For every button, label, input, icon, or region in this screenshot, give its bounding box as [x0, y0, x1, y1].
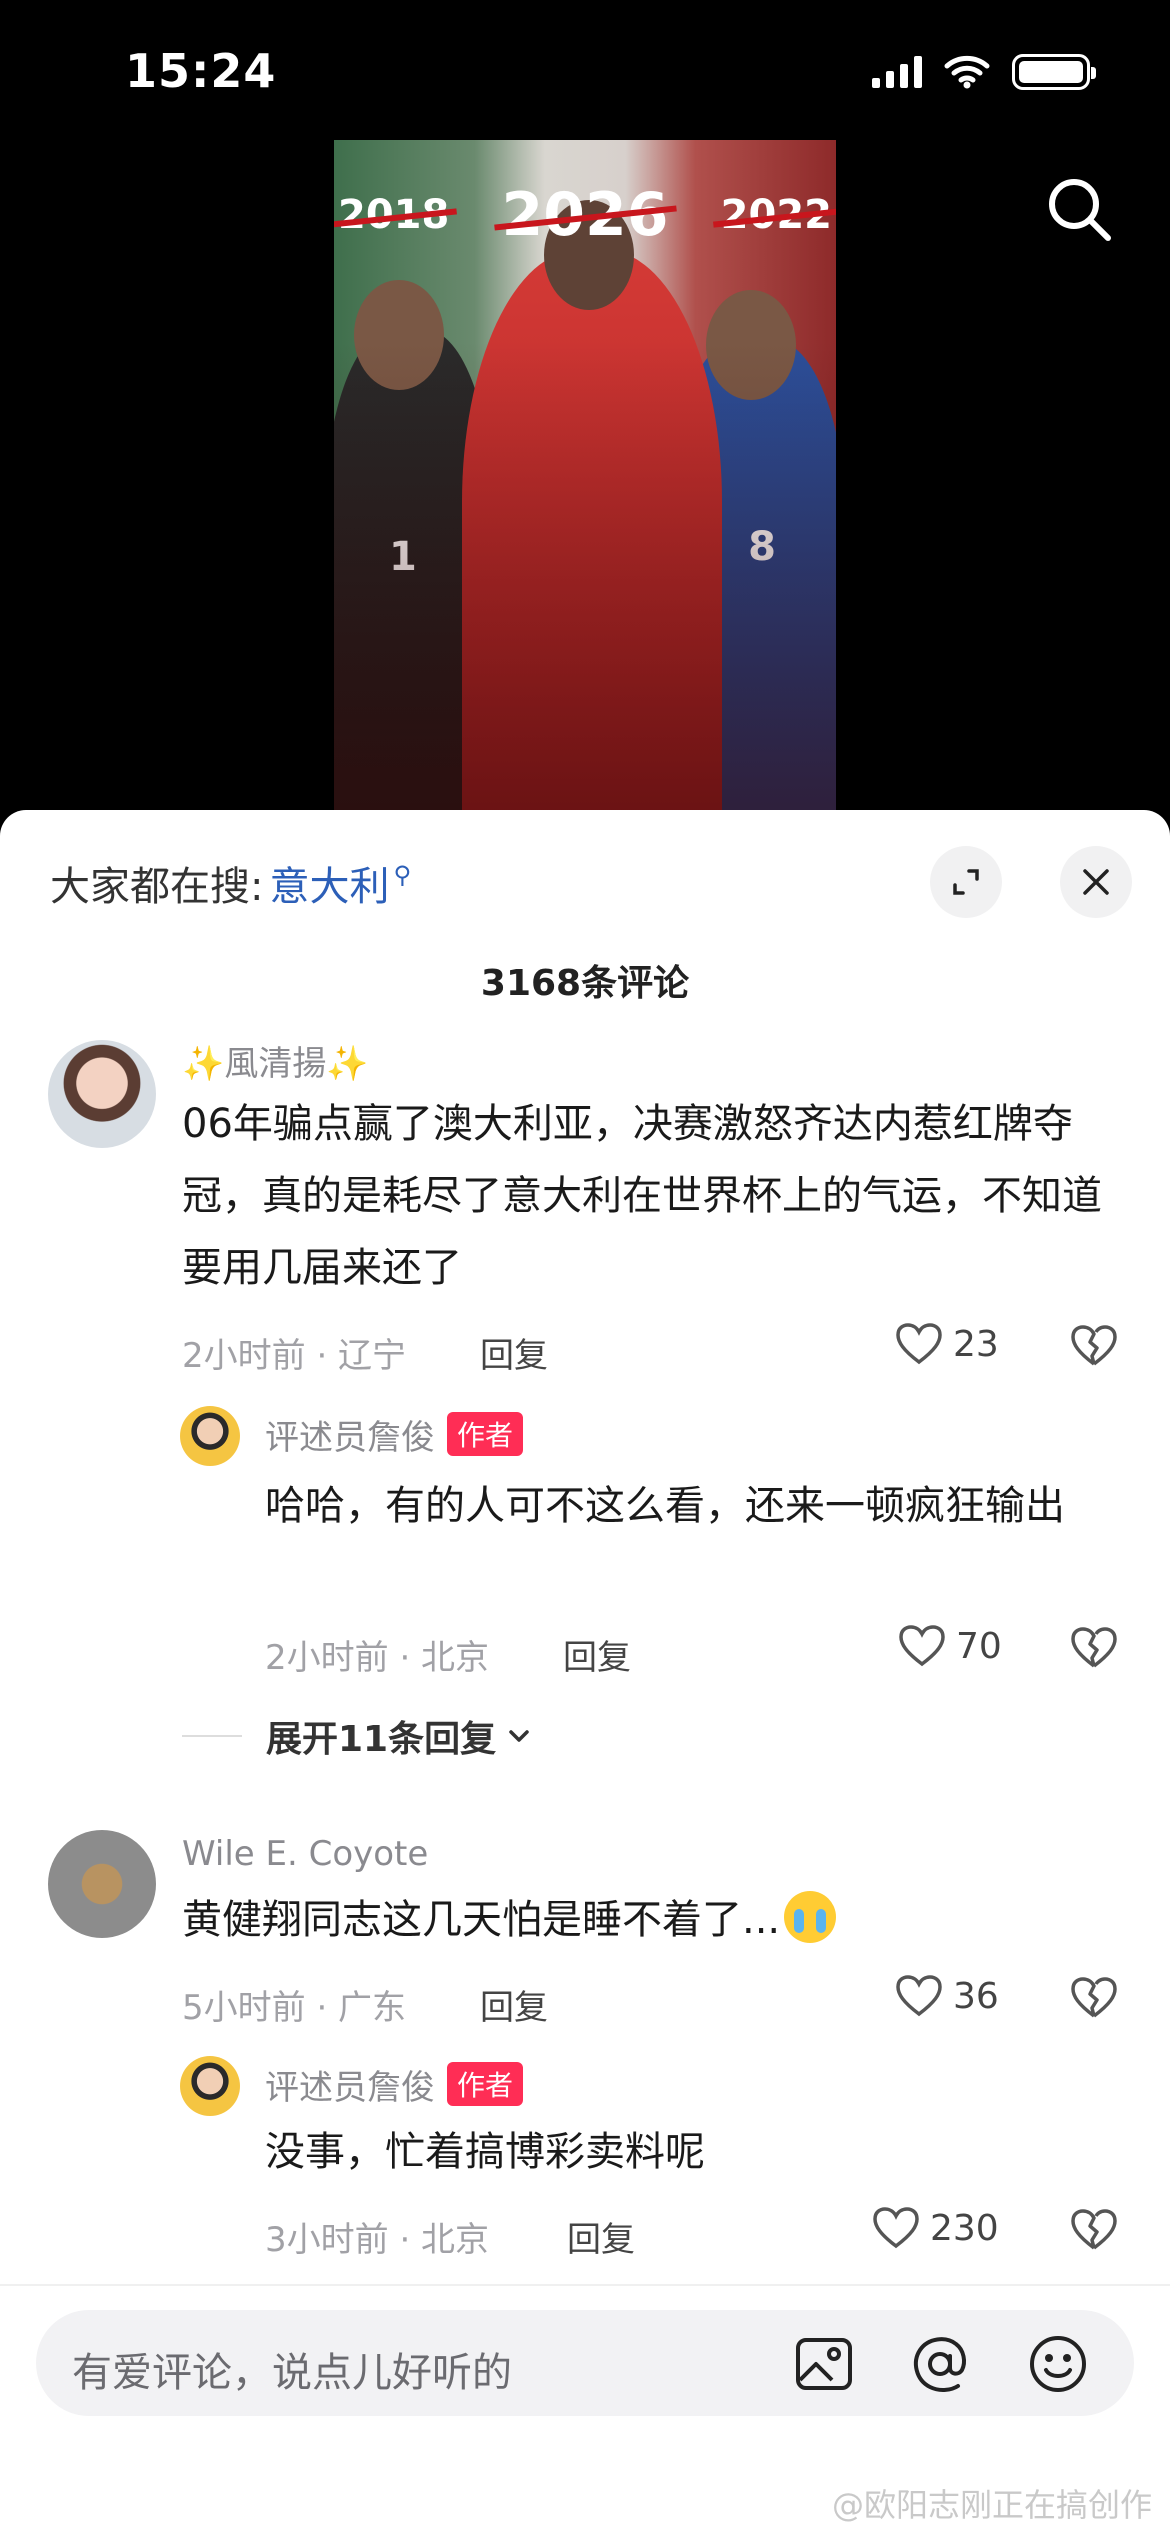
comment-input[interactable]: 有爱评论，说点儿好听的 — [36, 2310, 1134, 2416]
status-time: 15:24 — [125, 44, 277, 98]
image-icon[interactable] — [792, 2332, 856, 2396]
close-icon — [1083, 869, 1109, 895]
comment-meta: 5小时前 · 广东 — [182, 1988, 407, 2028]
reply-avatar[interactable] — [180, 1406, 240, 1466]
like-button[interactable]: 36 — [895, 1974, 999, 2018]
wifi-icon — [944, 55, 990, 89]
small-search-icon: ⚲ — [393, 861, 412, 889]
hot-search-keyword[interactable]: 意大利 — [269, 854, 389, 912]
author-badge: 作者 — [447, 1412, 524, 1456]
year-right: 2022 — [712, 192, 836, 238]
expand-button[interactable] — [930, 846, 1002, 918]
heart-icon — [873, 2207, 919, 2249]
comment-input-placeholder: 有爱评论，说点儿好听的 — [72, 2350, 512, 2396]
heart-icon — [896, 1323, 942, 1365]
battery-icon — [1012, 54, 1096, 90]
author-badge: 作者 — [447, 2062, 524, 2106]
hot-search-link[interactable]: 大家都在搜: 意大利 ⚲ — [50, 854, 411, 912]
emoji-icon[interactable] — [1026, 2332, 1090, 2396]
comment-text-row: 黄健翔同志这几天怕是睡不着了... — [182, 1884, 1122, 1956]
dislike-icon[interactable] — [1070, 1324, 1118, 1368]
watermark: @欧阳志刚正在搞创作 — [831, 2486, 1152, 2524]
comment-username[interactable]: ✨風清揚✨ — [182, 1036, 369, 1085]
reply-username[interactable]: 评述员詹俊 — [265, 1418, 435, 1458]
reply-button[interactable]: 回复 — [563, 1630, 631, 1679]
dislike-icon[interactable] — [1070, 1626, 1118, 1670]
heart-icon — [896, 1975, 942, 2017]
comment-text: 黄健翔同志这几天怕是睡不着了... — [182, 1897, 781, 1943]
expand-icon — [953, 869, 979, 895]
reply-button[interactable]: 回复 — [480, 1980, 548, 2029]
reply-text: 没事，忙着搞博彩卖料呢 — [265, 2129, 705, 2175]
video-player[interactable]: 1 8 2018 2026 2022 — [0, 140, 1170, 810]
mention-icon[interactable] — [908, 2332, 972, 2396]
comment-text: 06年骗点赢了澳大利亚，决赛激怒齐达内惹红牌夺冠，真的是耗尽了意大利在世界杯上的… — [182, 1101, 1102, 1291]
like-button[interactable]: 23 — [895, 1322, 999, 1366]
like-count: 70 — [956, 1625, 1002, 1667]
reply-button[interactable]: 回复 — [567, 2212, 635, 2261]
like-count: 23 — [953, 1323, 999, 1365]
reply-text: 哈哈，有的人可不这么看，还来一顿疯狂输出 — [265, 1483, 1065, 1529]
status-icons — [872, 54, 1096, 90]
like-count: 230 — [930, 2207, 999, 2249]
reply-button[interactable]: 回复 — [480, 1328, 548, 1377]
reply-username-row: 评述员詹俊 作者 — [265, 1410, 524, 1459]
heart-icon — [899, 1625, 945, 1667]
chevron-down-icon — [509, 1730, 529, 1742]
hot-search-prefix: 大家都在搜: — [50, 864, 264, 910]
like-count: 36 — [953, 1975, 999, 2017]
comment-meta: 2小时前 · 辽宁 — [182, 1336, 407, 1376]
reply-username[interactable]: 评述员詹俊 — [265, 2068, 435, 2108]
reply-meta: 2小时前 · 北京 — [265, 1638, 490, 1678]
poster-years: 2018 2026 2022 — [334, 180, 836, 250]
year-center: 2026 — [493, 180, 677, 250]
reply-avatar[interactable] — [180, 2056, 240, 2116]
year-left: 2018 — [334, 192, 458, 238]
status-bar: 15:24 — [0, 0, 1170, 140]
search-icon[interactable] — [1040, 170, 1120, 250]
like-button[interactable]: 230 — [872, 2206, 999, 2250]
reply-username-row: 评述员詹俊 作者 — [265, 2060, 524, 2109]
like-button[interactable]: 70 — [898, 1624, 1002, 1668]
dislike-icon[interactable] — [1070, 1976, 1118, 2020]
comment-input-bar: 有爱评论，说点儿好听的 @欧阳志刚正在搞创作 — [0, 2284, 1170, 2532]
close-button[interactable] — [1060, 846, 1132, 918]
video-poster-image: 1 8 2018 2026 2022 — [334, 140, 836, 810]
crying-emoji-icon — [784, 1891, 837, 1943]
cellular-signal-icon — [872, 56, 922, 88]
expand-replies-label: 展开11条回复 — [266, 1719, 497, 1760]
sheet-header: 大家都在搜: 意大利 ⚲ — [0, 810, 1170, 920]
dislike-icon[interactable] — [1070, 2208, 1118, 2252]
expand-replies-button[interactable]: 展开11条回复 — [182, 1710, 534, 1762]
avatar[interactable] — [48, 1830, 156, 1938]
comment-count: 3168条评论 — [480, 963, 690, 1004]
avatar[interactable] — [48, 1040, 156, 1148]
comment-username[interactable]: Wile E. Coyote — [182, 1834, 428, 1874]
reply-meta: 3小时前 · 北京 — [265, 2220, 490, 2260]
comment-sheet: 大家都在搜: 意大利 ⚲ 3168条评论 ✨風清揚✨ 06年骗点赢了澳大利亚，决… — [0, 810, 1170, 2532]
